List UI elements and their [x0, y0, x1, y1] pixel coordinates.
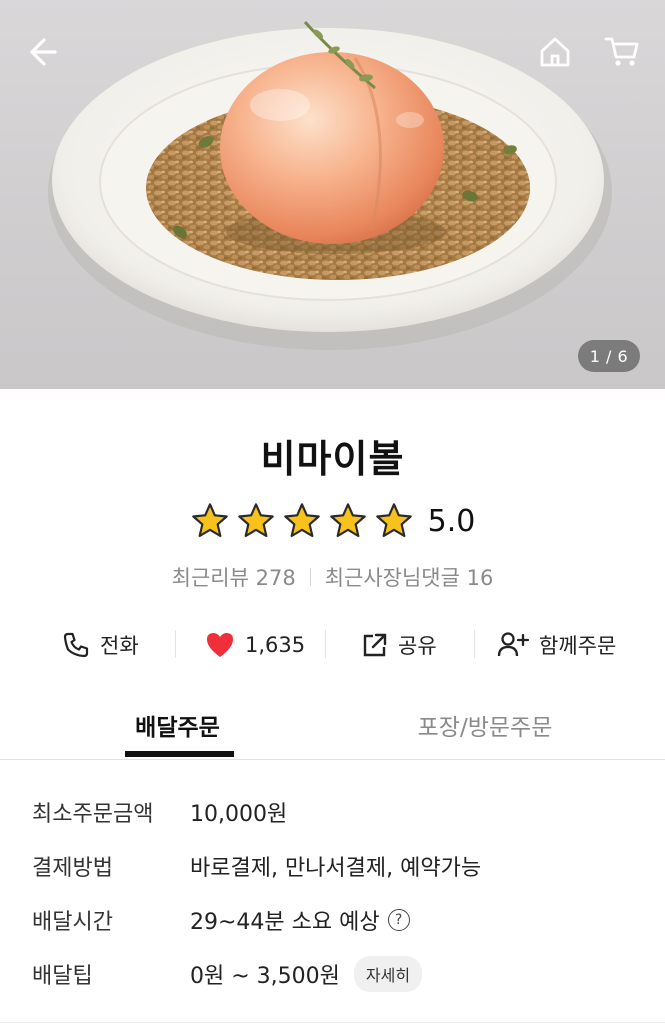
- delivery-tip-label: 배달팁: [32, 964, 93, 989]
- call-button[interactable]: 전화: [62, 630, 139, 660]
- owner-replies-link[interactable]: 최근사장님댓글 16: [325, 562, 494, 592]
- back-button[interactable]: [20, 30, 64, 74]
- divider: [309, 568, 311, 586]
- recent-reviews-link[interactable]: 최근리뷰 278: [172, 562, 296, 592]
- action-bar: 전화 1,635 공유 함께주문: [0, 622, 665, 668]
- back-arrow-icon: [30, 38, 57, 66]
- divider: [474, 630, 475, 658]
- group-order-button[interactable]: 함께주문: [497, 630, 616, 660]
- share-button[interactable]: 공유: [362, 630, 437, 660]
- group-order-label: 함께주문: [539, 634, 617, 658]
- star-icon: [329, 503, 366, 538]
- active-tab-indicator: [125, 751, 234, 757]
- delivery-time-row: 배달시간 29~44분 소요 예상 ?: [32, 893, 632, 947]
- hero-image-carousel[interactable]: 1 / 6: [0, 0, 665, 389]
- tab-pickup[interactable]: 포장/방문주문: [395, 690, 575, 760]
- tab-delivery[interactable]: 배달주문: [110, 690, 245, 760]
- divider: [0, 1022, 665, 1023]
- share-label: 공유: [398, 634, 437, 658]
- heart-icon: [207, 633, 233, 657]
- call-label: 전화: [100, 634, 139, 658]
- payment-label: 결제방법: [32, 856, 113, 881]
- tip-detail-button[interactable]: 자세히: [353, 956, 423, 992]
- review-summary: 최근리뷰 278 최근사장님댓글 16: [0, 560, 665, 594]
- delivery-tip-value: 0원 ~ 3,500원: [190, 964, 340, 989]
- phone-icon: [63, 632, 89, 658]
- divider: [175, 630, 176, 658]
- delivery-info: 최소주문금액 10,000원 결제방법 바로결제, 만나서결제, 예약가능 배달…: [32, 785, 632, 1001]
- store-name: 비마이볼: [260, 437, 405, 481]
- star-icon: [191, 503, 228, 538]
- like-button[interactable]: 1,635: [205, 631, 305, 659]
- cart-icon: [604, 37, 639, 66]
- home-icon: [540, 37, 570, 67]
- delivery-tip-value-wrap: 0원 ~ 3,500원 자세히: [190, 956, 423, 992]
- min-order-label: 최소주문금액: [32, 802, 154, 827]
- image-counter: 1 / 6: [578, 340, 640, 372]
- star-icon: [283, 503, 320, 538]
- rating-stars: [190, 501, 414, 541]
- order-type-tabs: 배달주문 포장/방문주문: [0, 690, 665, 760]
- delivery-time-label: 배달시간: [32, 910, 113, 935]
- delivery-tip-row: 배달팁 0원 ~ 3,500원 자세히: [32, 947, 632, 1001]
- rating-row: 5.0: [0, 500, 665, 542]
- question-icon[interactable]: ?: [387, 909, 410, 931]
- add-person-icon: [497, 632, 529, 657]
- home-button[interactable]: [533, 30, 577, 74]
- payment-value: 바로결제, 만나서결제, 예약가능: [190, 856, 482, 881]
- star-icon: [237, 503, 274, 538]
- delivery-time-value-wrap: 29~44분 소요 예상 ?: [190, 904, 410, 936]
- cart-button[interactable]: [600, 30, 644, 74]
- payment-row: 결제방법 바로결제, 만나서결제, 예약가능: [32, 839, 632, 893]
- min-order-row: 최소주문금액 10,000원: [32, 785, 632, 839]
- share-icon: [363, 633, 387, 657]
- star-icon: [375, 503, 412, 538]
- min-order-value: 10,000원: [190, 802, 288, 827]
- rating-value: 5.0: [427, 503, 476, 539]
- divider: [325, 630, 326, 658]
- like-count: 1,635: [245, 633, 306, 657]
- delivery-time-value: 29~44분 소요 예상: [190, 910, 380, 935]
